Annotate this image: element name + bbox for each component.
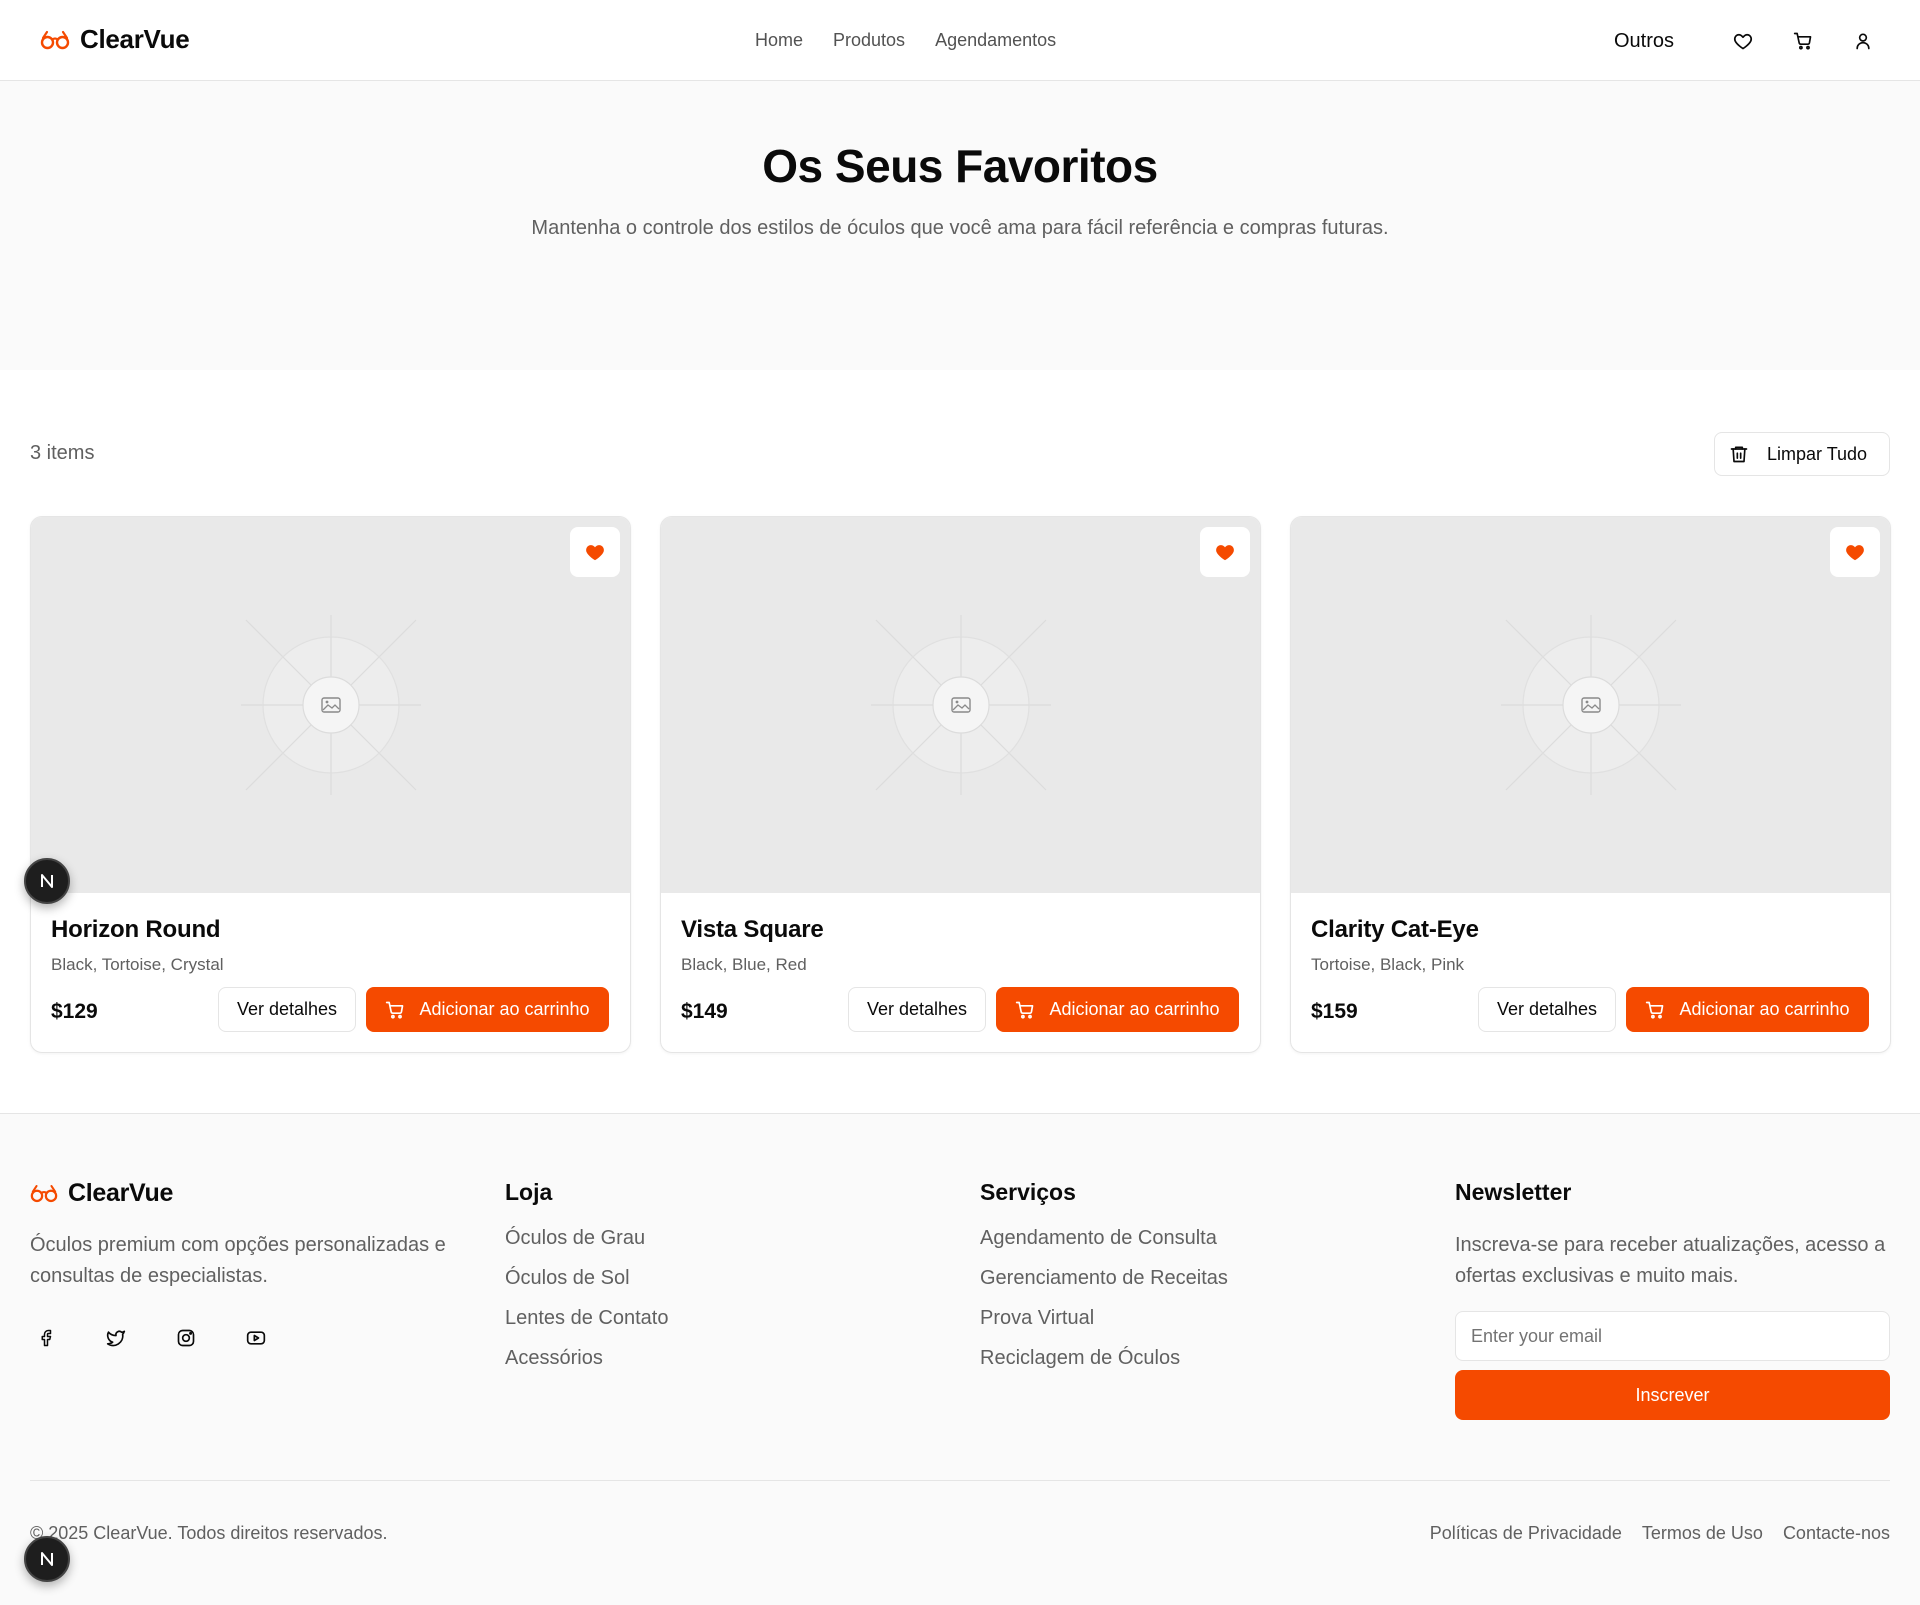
cart-icon[interactable] [1786,24,1820,58]
product-image-placeholder [1291,517,1890,893]
footer-about: Óculos premium com opções personalizadas… [30,1234,446,1287]
product-name: Vista Square [681,916,824,943]
footer-link[interactable]: Lentes de Contato [505,1306,668,1330]
user-icon[interactable] [1846,24,1880,58]
product-price: $149 [681,1000,728,1023]
cart-icon [1016,1001,1034,1019]
favorite-card: Clarity Cat-Eye Tortoise, Black, Pink $1… [1290,516,1891,1053]
subscribe-button[interactable]: Inscrever [1455,1370,1890,1420]
product-colors: Black, Tortoise, Crystal [51,955,224,974]
footer-link[interactable]: Acessórios [505,1346,668,1370]
footer-services-title: Serviços [980,1179,1076,1205]
product-name: Horizon Round [51,916,221,943]
footer-link[interactable]: Prova Virtual [980,1306,1228,1330]
footer-link[interactable]: Agendamento de Consulta [980,1226,1228,1250]
privacy-link[interactable]: Políticas de Privacidade [1430,1523,1622,1544]
view-details-button[interactable]: Ver detalhes [848,987,986,1032]
favorite-card: Horizon Round Black, Tortoise, Crystal $… [30,516,631,1053]
nextjs-badge[interactable] [24,858,70,904]
nextjs-n-icon [41,874,53,888]
heart-filled-icon [1216,545,1234,561]
instagram-icon[interactable] [170,1322,202,1354]
product-colors: Black, Blue, Red [681,955,807,974]
footer-logo[interactable]: ClearVue [30,1179,173,1208]
footer-divider [30,1480,1890,1481]
clear-all-label: Limpar Tudo [1767,443,1868,464]
product-colors: Tortoise, Black, Pink [1311,955,1465,974]
glasses-logo-icon [30,1185,58,1203]
copyright: © 2025 ClearVue. Todos direitos reservad… [30,1523,388,1543]
nextjs-n-icon [41,1552,53,1566]
product-name: Clarity Cat-Eye [1311,916,1479,943]
legal-links: Políticas de Privacidade Termos de Uso C… [1430,1523,1890,1544]
youtube-icon[interactable] [240,1322,272,1354]
add-to-cart-button[interactable]: Adicionar ao carrinho [366,987,609,1032]
product-image-placeholder [31,517,630,893]
product-price: $129 [51,1000,98,1023]
footer-shop-title: Loja [505,1179,553,1205]
product-image-placeholder [661,517,1260,893]
clear-all-button[interactable]: Limpar Tudo [1714,432,1890,476]
facebook-icon[interactable] [30,1322,62,1354]
glasses-logo-icon [40,30,70,49]
add-to-cart-button[interactable]: Adicionar ao carrinho [1626,987,1869,1032]
site-header: ClearVue Home Produtos Agendamentos Outr… [0,0,1920,81]
heart-filled-icon [586,545,604,561]
heart-icon[interactable] [1726,24,1760,58]
footer-link[interactable]: Reciclagem de Óculos [980,1346,1228,1370]
newsletter-email-input[interactable] [1455,1311,1890,1361]
add-to-cart-label: Adicionar ao carrinho [1679,999,1850,1019]
newsletter-text: Inscreva-se para receber atualizações, a… [1455,1234,1886,1287]
terms-link[interactable]: Termos de Uso [1642,1523,1763,1544]
add-to-cart-label: Adicionar ao carrinho [419,999,590,1019]
image-placeholder-icon [241,615,421,795]
favorites-count: 3 items [30,442,95,464]
twitter-icon[interactable] [100,1322,132,1354]
newsletter-title: Newsletter [1455,1179,1572,1205]
trash-icon [1730,446,1748,463]
logo-text: ClearVue [80,24,190,54]
favorite-card: Vista Square Black, Blue, Red $149 Ver d… [660,516,1261,1053]
footer-newsletter-column: Newsletter [1455,1179,1571,1226]
cart-icon [1646,1001,1664,1019]
main-nav: Home Produtos Agendamentos [755,30,1056,51]
remove-favorite-button[interactable] [1830,527,1880,577]
footer-link[interactable]: Óculos de Sol [505,1266,668,1290]
contact-link[interactable]: Contacte-nos [1783,1523,1890,1544]
nav-agendamentos[interactable]: Agendamentos [935,30,1056,51]
page-subtitle: Mantenha o controle dos estilos de óculo… [531,217,1389,239]
page-title: Os Seus Favoritos [762,140,1158,192]
footer-services-column: Serviços Agendamento de Consulta Gerenci… [980,1179,1228,1386]
cart-icon [386,1001,404,1019]
nav-produtos[interactable]: Produtos [833,30,905,51]
footer-link[interactable]: Óculos de Grau [505,1226,668,1250]
add-to-cart-button[interactable]: Adicionar ao carrinho [996,987,1239,1032]
nextjs-badge[interactable] [24,1536,70,1582]
remove-favorite-button[interactable] [570,527,620,577]
logo[interactable]: ClearVue [40,24,190,55]
header-actions: Outros [1614,24,1880,58]
footer-shop-column: Loja Óculos de Grau Óculos de Sol Lentes… [505,1179,668,1386]
image-placeholder-icon [871,615,1051,795]
social-links [30,1322,272,1354]
nav-home[interactable]: Home [755,30,803,51]
remove-favorite-button[interactable] [1200,527,1250,577]
nav-outros[interactable]: Outros [1614,30,1674,53]
view-details-button[interactable]: Ver detalhes [1478,987,1616,1032]
site-footer: ClearVue Óculos premium com opções perso… [0,1113,1920,1605]
footer-link[interactable]: Gerenciamento de Receitas [980,1266,1228,1290]
hero-section: Os Seus Favoritos Mantenha o controle do… [0,81,1920,370]
view-details-button[interactable]: Ver detalhes [218,987,356,1032]
product-price: $159 [1311,1000,1358,1023]
footer-logo-text: ClearVue [68,1179,174,1207]
heart-filled-icon [1846,545,1864,561]
image-placeholder-icon [1501,615,1681,795]
add-to-cart-label: Adicionar ao carrinho [1049,999,1220,1019]
